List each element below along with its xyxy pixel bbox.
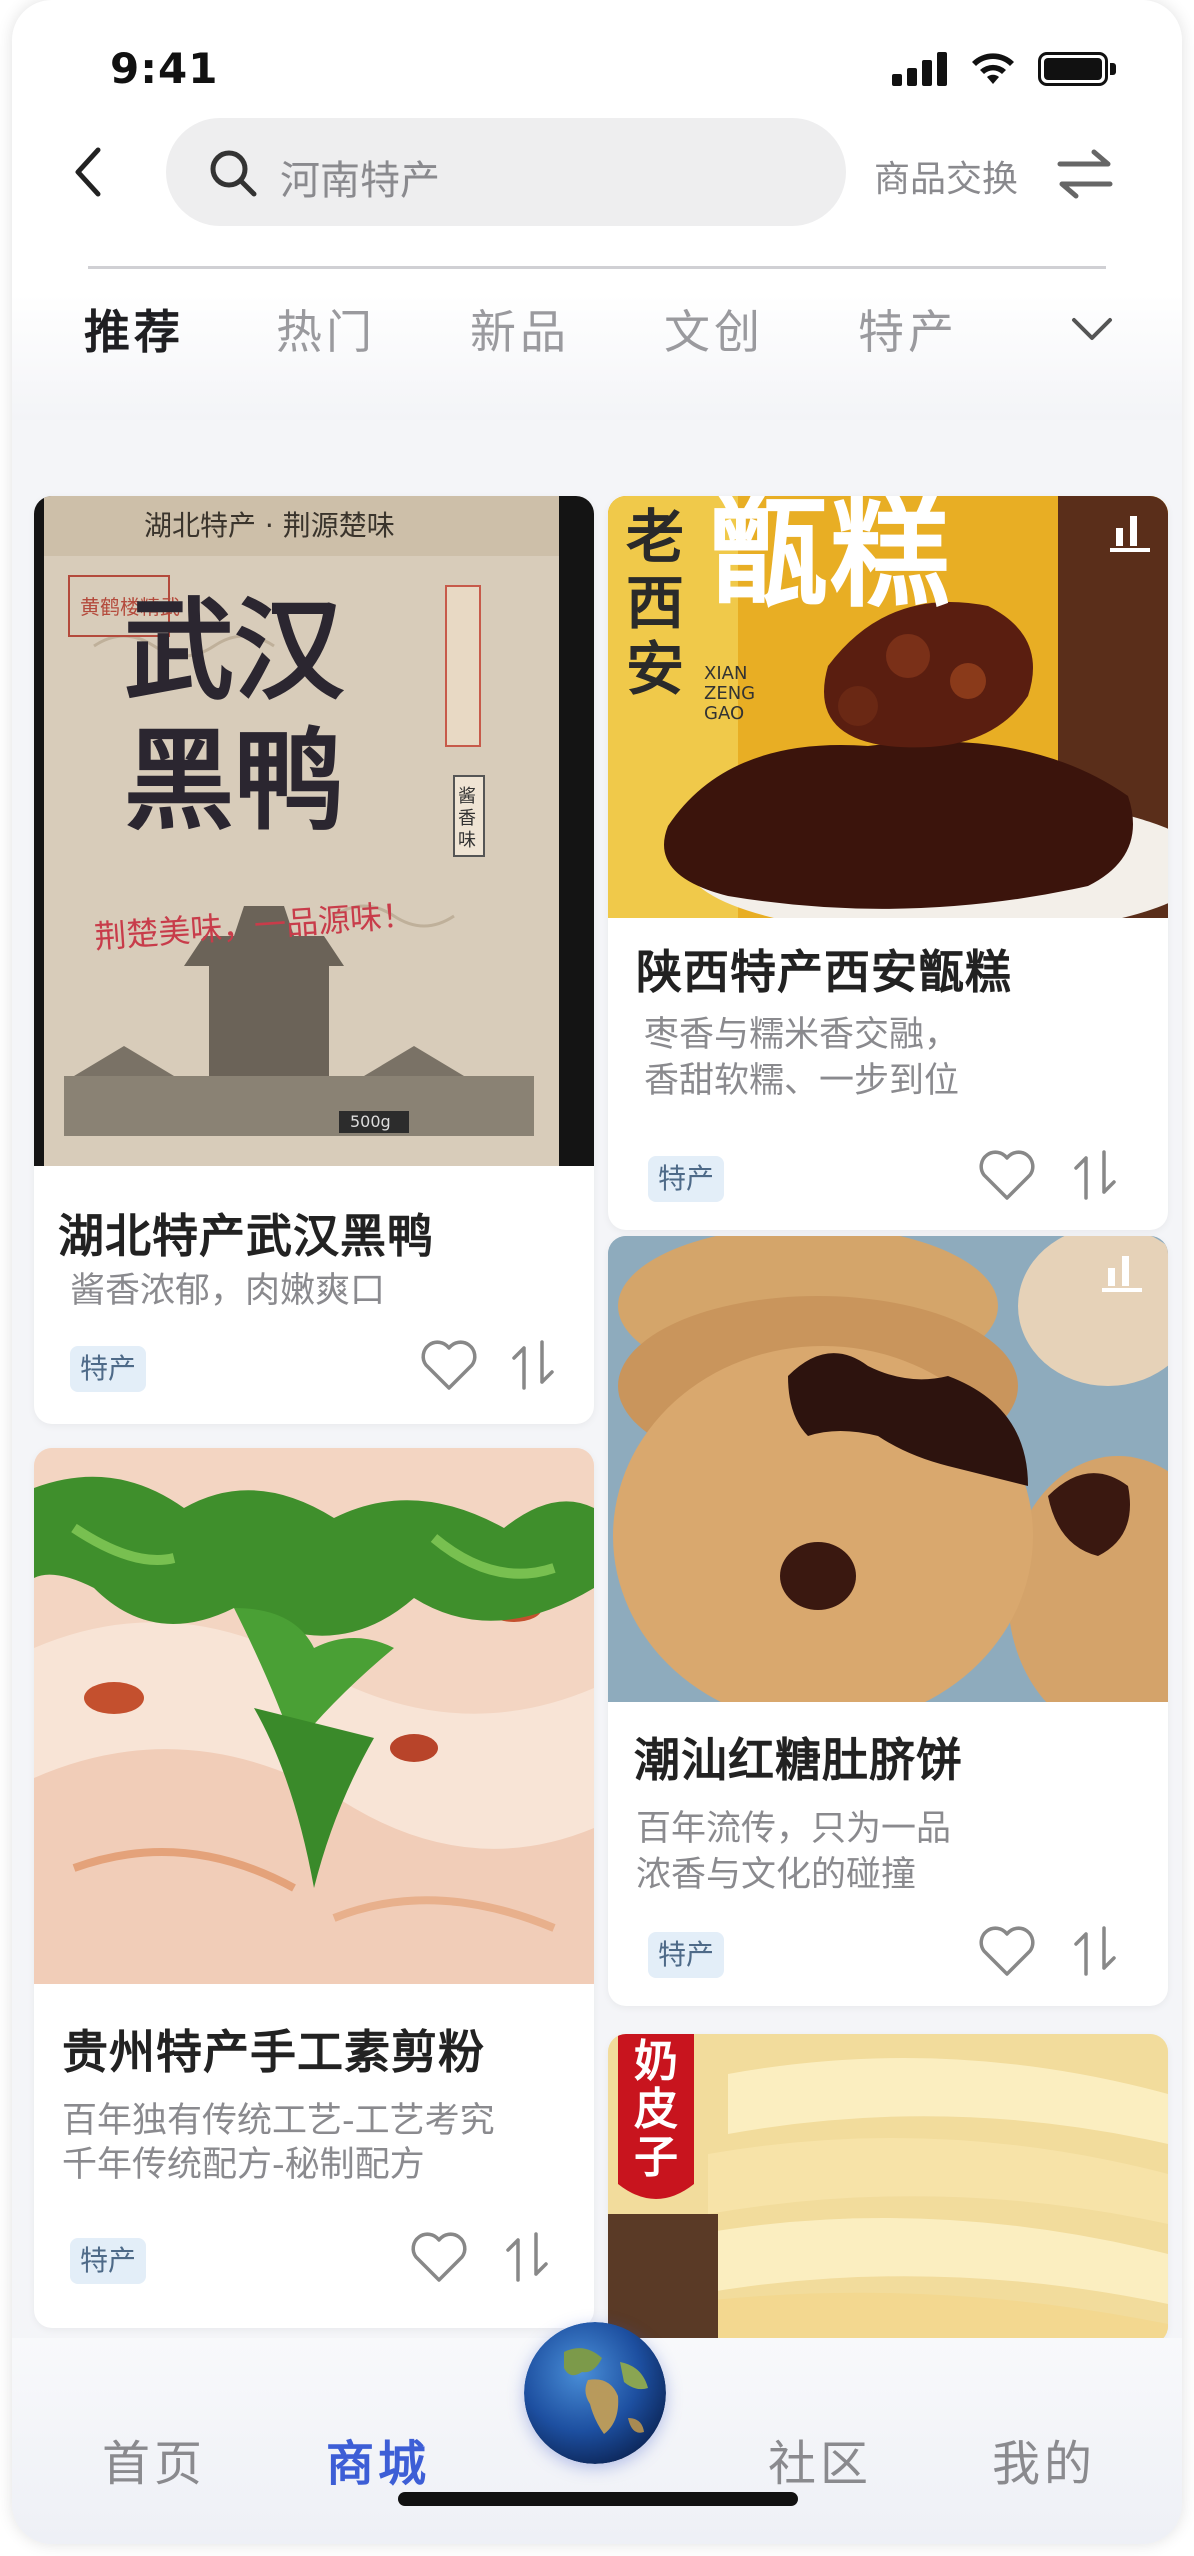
tab-hot[interactable]: 热门 bbox=[276, 296, 376, 362]
image-product-name: 武汉黑鸭 bbox=[124, 586, 344, 845]
image-slogan: 荆楚美味，一品源味！ bbox=[93, 895, 416, 957]
image-top-text: 湖北特产 · 荆源楚味 bbox=[144, 509, 395, 542]
product-title: 湖北特产武汉黑鸭 bbox=[58, 1209, 434, 1263]
image-big-text: 甑糕 bbox=[708, 496, 952, 624]
nav-community[interactable]: 社区 bbox=[768, 2424, 872, 2494]
globe-icon[interactable] bbox=[524, 2322, 666, 2464]
nav-mall[interactable]: 商城 bbox=[326, 2424, 430, 2494]
status-time: 9:41 bbox=[110, 44, 219, 93]
product-desc-line: 酱香浓郁，肉嫩爽口 bbox=[70, 1271, 386, 1311]
product-desc-line: 香甜软糯、一步到位 bbox=[644, 1061, 960, 1101]
home-indicator bbox=[398, 2492, 798, 2506]
image-weight: 500g bbox=[350, 1112, 391, 1131]
tab-recommend[interactable]: 推荐 bbox=[84, 296, 184, 362]
product-desc-line: 枣香与糯米香交融， bbox=[644, 1015, 960, 1055]
search-placeholder: 河南特产 bbox=[280, 158, 440, 204]
product-tag[interactable]: 特产 bbox=[648, 1932, 725, 1978]
wifi-icon bbox=[972, 53, 1014, 84]
heart-icon[interactable] bbox=[418, 1336, 480, 1394]
battery-icon bbox=[1038, 52, 1116, 86]
image-vertical-text: 老西安 bbox=[626, 503, 685, 703]
nav-home[interactable]: 首页 bbox=[102, 2424, 206, 2494]
product-desc-line: 百年流传，只为一品 bbox=[636, 1809, 952, 1849]
exchange-icon[interactable] bbox=[502, 1336, 564, 1394]
heart-icon[interactable] bbox=[976, 1922, 1038, 1980]
heart-icon[interactable] bbox=[408, 2228, 470, 2286]
cellular-signal-icon bbox=[892, 52, 948, 86]
tab-creative[interactable]: 文创 bbox=[664, 296, 764, 362]
product-card[interactable]: 贵州特产手工素剪粉 百年独有传统工艺-工艺考究 千年传统配方-秘制配方 特产 bbox=[34, 1448, 594, 2328]
header-area: 9:41 河南特产 商品交换 推荐 热门 新品 文创 特产 bbox=[12, 0, 1182, 420]
heart-icon[interactable] bbox=[976, 1146, 1038, 1204]
product-title: 陕西特产西安甑糕 bbox=[636, 945, 1012, 999]
product-card[interactable]: 奶皮子 bbox=[608, 2034, 1168, 2344]
product-image bbox=[608, 1236, 1168, 1702]
product-card[interactable]: 湖北特产 · 荆源楚味 黄鹤楼精武 武汉黑鸭 酱香味 荆楚美味，一品源味！ 50… bbox=[34, 496, 594, 1424]
tab-new[interactable]: 新品 bbox=[470, 296, 570, 362]
product-image bbox=[34, 1448, 594, 1984]
product-image: 湖北特产 · 荆源楚味 黄鹤楼精武 武汉黑鸭 酱香味 荆楚美味，一品源味！ 50… bbox=[34, 496, 594, 1166]
status-bar: 9:41 bbox=[12, 0, 1182, 130]
product-desc-line: 千年传统配方-秘制配方 bbox=[62, 2145, 425, 2185]
exchange-icon[interactable] bbox=[496, 2228, 558, 2286]
exchange-icon[interactable] bbox=[1064, 1146, 1126, 1204]
product-tag[interactable]: 特产 bbox=[70, 1346, 147, 1392]
nav-mine[interactable]: 我的 bbox=[992, 2424, 1096, 2494]
product-card[interactable]: 老西安 甑糕 XIAN ZENG GAO 陕西特产西安甑糕 枣香与糯米香交融， … bbox=[608, 496, 1168, 1230]
product-title: 贵州特产手工素剪粉 bbox=[62, 2025, 485, 2079]
exchange-icon[interactable] bbox=[1064, 1922, 1126, 1980]
search-icon bbox=[210, 150, 257, 197]
exchange-label: 商品交换 bbox=[874, 159, 1019, 200]
phone-screen: 9:41 河南特产 商品交换 推荐 热门 新品 文创 特产 湖北特产 · 荆源楚… bbox=[12, 0, 1182, 2544]
product-card[interactable]: 潮汕红糖肚脐饼 百年流传，只为一品 浓香与文化的碰撞 特产 bbox=[608, 1236, 1168, 2006]
image-badge-text: 奶皮子 bbox=[634, 2036, 678, 2183]
swap-arrows-icon bbox=[1057, 149, 1113, 199]
image-pinyin: XIAN ZENG GAO bbox=[704, 663, 756, 724]
product-desc-line: 百年独有传统工艺-工艺考究 bbox=[62, 2101, 495, 2141]
search-bar[interactable]: 河南特产 bbox=[166, 118, 846, 226]
product-title: 潮汕红糖肚脐饼 bbox=[634, 1733, 963, 1787]
product-tag[interactable]: 特产 bbox=[648, 1156, 725, 1202]
category-tabs: 推荐 热门 新品 文创 特产 bbox=[12, 296, 1182, 376]
back-arrow-icon[interactable] bbox=[64, 142, 114, 202]
product-image: 老西安 甑糕 XIAN ZENG GAO bbox=[608, 496, 1168, 918]
bar-chart-icon bbox=[1110, 516, 1150, 552]
product-image: 奶皮子 bbox=[608, 2034, 1168, 2344]
image-side-text: 酱香味 bbox=[458, 786, 476, 851]
product-desc-line: 浓香与文化的碰撞 bbox=[636, 1855, 917, 1895]
product-tag[interactable]: 特产 bbox=[70, 2238, 147, 2284]
chevron-down-icon[interactable] bbox=[1070, 310, 1114, 346]
header-divider bbox=[88, 266, 1106, 269]
bar-chart-icon bbox=[1102, 1256, 1142, 1292]
tab-specialty[interactable]: 特产 bbox=[858, 296, 958, 362]
